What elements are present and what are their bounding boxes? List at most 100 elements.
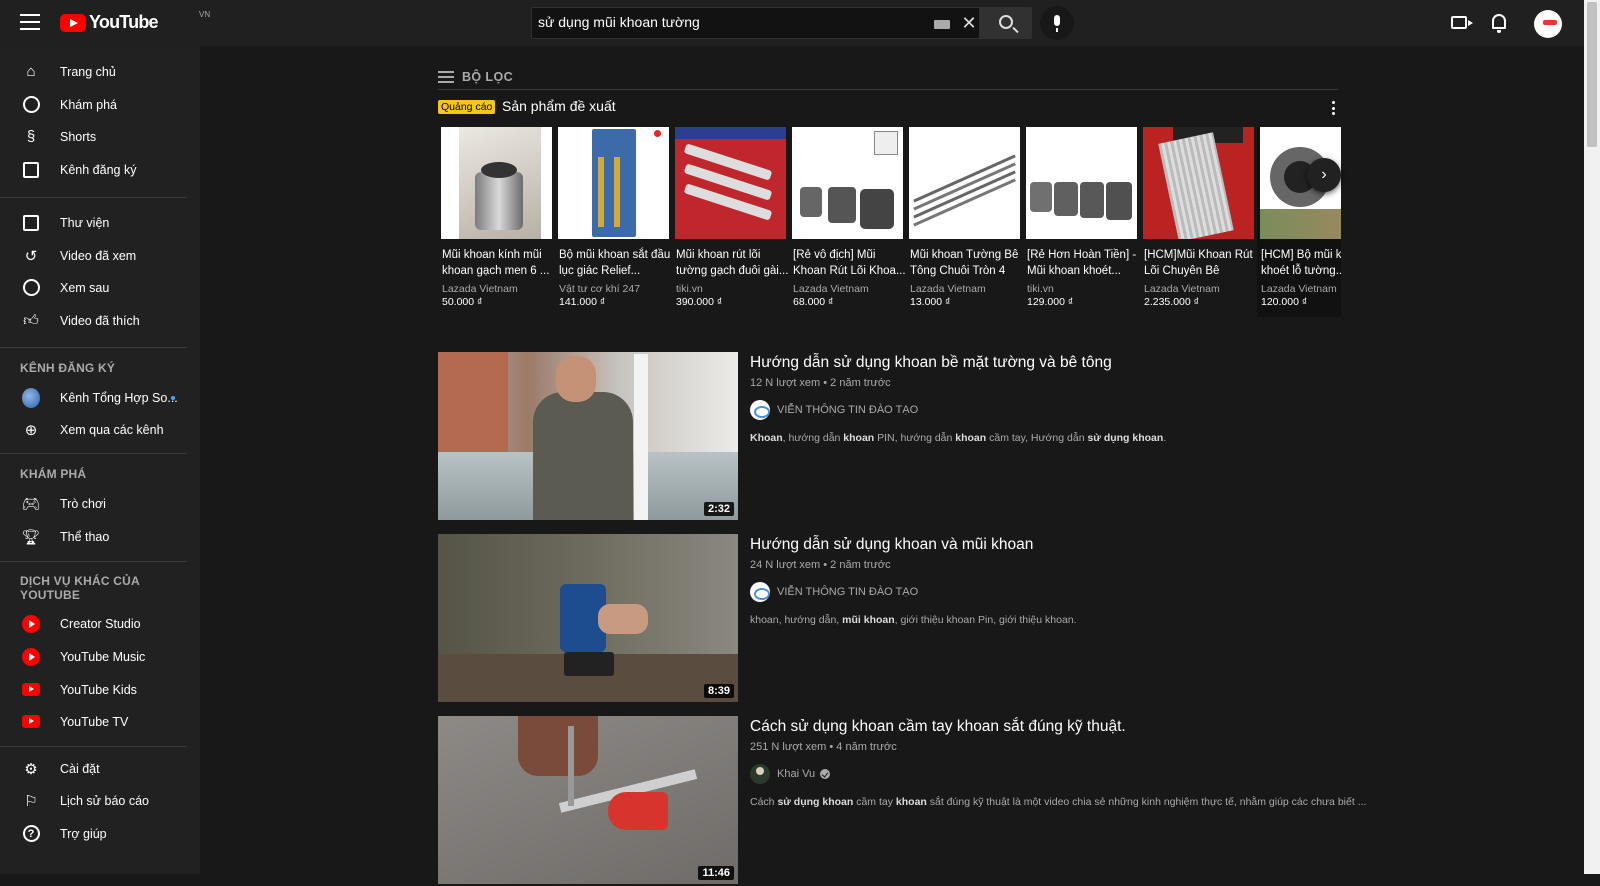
channel-name[interactable]: VIỄN THÔNG TIN ĐÀO TẠO xyxy=(777,586,918,598)
product-title: Bộ mũi khoan sắt đầu lục giác Relief... xyxy=(559,249,671,277)
video-meta: 12 N lượt xem • 2 năm trước xyxy=(750,377,891,389)
sidebar-item-creator-studio[interactable]: Creator Studio xyxy=(0,607,200,640)
product-shop: Lazada Vietnam xyxy=(1261,283,1337,295)
subscriptions-icon xyxy=(22,161,40,179)
sidebar-item-explore[interactable]: Khám phá xyxy=(0,88,200,121)
sidebar-item-browse-channels[interactable]: ⊕ Xem qua các kênh xyxy=(0,413,200,446)
search-box: ✕ xyxy=(531,7,980,39)
new-content-dot xyxy=(171,396,175,400)
video-thumbnail[interactable]: 2:32 xyxy=(438,352,738,520)
sidebar-item-library[interactable]: Thư viện xyxy=(0,206,200,239)
sidebar-item-sports[interactable]: 🏆︎ Thể thao xyxy=(0,520,200,553)
sidebar: ⌂ Trang chủ Khám phá § Shorts Kênh đăng … xyxy=(0,46,200,874)
channel-link[interactable]: Khai Vu xyxy=(750,764,831,784)
account-avatar[interactable] xyxy=(1534,10,1562,38)
sidebar-item-label: Kênh đăng ký xyxy=(60,162,137,177)
sidebar-item-history[interactable]: ↺ Video đã xem xyxy=(0,239,200,272)
video-result[interactable]: 2:32 Hướng dẫn sử dụng khoan bề mặt tườn… xyxy=(438,352,1438,522)
sidebar-item-watch-later[interactable]: Xem sau xyxy=(0,271,200,304)
video-thumbnail[interactable]: 11:46 xyxy=(438,716,738,884)
sidebar-item-gaming[interactable]: 🎮︎ Trò chơi xyxy=(0,487,200,520)
channel-avatar[interactable] xyxy=(750,582,770,602)
keyboard-icon[interactable] xyxy=(934,20,950,29)
sidebar-item-settings[interactable]: ⚙ Cài đặt xyxy=(0,752,200,785)
sidebar-item-channel[interactable]: Kênh Tổng Hợp So... xyxy=(0,381,200,414)
sidebar-divider xyxy=(0,347,187,348)
sidebar-item-liked-videos[interactable]: 👍︎ Video đã thích xyxy=(0,304,200,337)
sidebar-item-shorts[interactable]: § Shorts xyxy=(0,120,200,153)
product-price: 50.000 ₫ xyxy=(442,296,483,308)
sidebar-item-label: YouTube TV xyxy=(60,714,129,729)
video-title[interactable]: Hướng dẫn sử dụng khoan và mũi khoan xyxy=(750,536,1033,554)
product-card[interactable]: Mũi khoan Tường Bê Tông Chuôi Tròn 4 5..… xyxy=(906,127,1020,317)
carousel-next-button[interactable]: › xyxy=(1307,158,1341,192)
product-image xyxy=(441,127,552,239)
product-carousel: Mũi khoan kính mũi khoan gạch men 6 ... … xyxy=(438,127,1341,317)
sidebar-item-youtube-tv[interactable]: YouTube TV xyxy=(0,705,200,738)
product-card[interactable]: [HCM]Mũi Khoan Rút Lõi Chuyên Bê Tông...… xyxy=(1140,127,1254,317)
video-result[interactable]: 8:39 Hướng dẫn sử dụng khoan và mũi khoa… xyxy=(438,534,1438,704)
menu-icon[interactable] xyxy=(20,14,40,30)
product-image xyxy=(675,127,786,239)
channel-name[interactable]: Khai Vu xyxy=(777,768,815,780)
channel-link[interactable]: VIỄN THÔNG TIN ĐÀO TẠO xyxy=(750,582,918,602)
video-title[interactable]: Cách sử dụng khoan cầm tay khoan sắt đún… xyxy=(750,718,1126,736)
channel-avatar[interactable] xyxy=(750,764,770,784)
video-thumbnail[interactable]: 8:39 xyxy=(438,534,738,702)
create-video-icon[interactable] xyxy=(1451,16,1473,29)
channel-avatar[interactable] xyxy=(750,400,770,420)
creator-studio-icon xyxy=(22,614,40,633)
filter-button[interactable]: BỘ LỌC xyxy=(462,70,513,84)
scrollbar-thumb[interactable] xyxy=(1587,2,1597,147)
product-title: Mũi khoan Tường Bê Tông Chuôi Tròn 4 5..… xyxy=(910,249,1019,277)
ad-section-header: Quảng cáo Sản phẩm đề xuất xyxy=(438,98,1338,118)
home-icon: ⌂ xyxy=(26,63,36,80)
sidebar-item-label: Shorts xyxy=(60,129,97,144)
chevron-right-icon: › xyxy=(1321,166,1327,183)
channel-avatar xyxy=(22,387,40,408)
sidebar-item-label: Thư viện xyxy=(60,215,110,230)
sidebar-item-youtube-music[interactable]: YouTube Music xyxy=(0,640,200,673)
gear-icon: ⚙ xyxy=(24,760,38,778)
sidebar-item-label: Trợ giúp xyxy=(60,826,107,841)
video-duration: 11:46 xyxy=(698,866,734,880)
product-card[interactable]: [HCM] Bộ mũi khoan khoét lỗ tường... Laz… xyxy=(1257,127,1341,317)
channel-name[interactable]: VIỄN THÔNG TIN ĐÀO TẠO xyxy=(777,404,918,416)
sidebar-item-label: YouTube Music xyxy=(60,649,146,664)
sidebar-item-home[interactable]: ⌂ Trang chủ xyxy=(0,55,200,88)
sidebar-item-report-history[interactable]: ⚐ Lịch sử báo cáo xyxy=(0,784,200,817)
product-shop: tiki.vn xyxy=(1027,283,1054,295)
sidebar-item-label: YouTube Kids xyxy=(60,682,137,697)
help-icon: ? xyxy=(22,825,40,843)
sidebar-item-youtube-kids[interactable]: YouTube Kids xyxy=(0,673,200,706)
sidebar-item-subscriptions[interactable]: Kênh đăng ký xyxy=(0,153,200,186)
sidebar-item-label: Video đã xem xyxy=(60,248,137,263)
clock-icon xyxy=(22,279,40,297)
video-title[interactable]: Hướng dẫn sử dụng khoan bề mặt tường và … xyxy=(750,354,1112,372)
notifications-bell-icon[interactable] xyxy=(1492,14,1506,33)
video-result[interactable]: 11:46 Cách sử dụng khoan cầm tay khoan s… xyxy=(438,716,1438,886)
more-options-icon[interactable] xyxy=(1332,101,1336,115)
video-meta: 24 N lượt xem • 2 năm trước xyxy=(750,559,891,571)
channel-link[interactable]: VIỄN THÔNG TIN ĐÀO TẠO xyxy=(750,400,918,420)
product-card[interactable]: Bộ mũi khoan sắt đầu lục giác Relief... … xyxy=(555,127,670,317)
verified-check-icon xyxy=(820,769,831,779)
product-card[interactable]: Mũi khoan rút lõi tường gạch đuôi gài...… xyxy=(672,127,788,317)
voice-search-button[interactable] xyxy=(1040,6,1074,40)
filter-bar: BỘ LỌC xyxy=(438,64,1338,90)
filter-icon[interactable] xyxy=(438,70,454,83)
product-card[interactable]: Mũi khoan kính mũi khoan gạch men 6 ... … xyxy=(438,127,552,317)
search-icon xyxy=(999,15,1013,29)
product-image xyxy=(1026,127,1137,239)
clear-search-icon[interactable]: ✕ xyxy=(959,13,979,34)
sidebar-item-help[interactable]: ? Trợ giúp xyxy=(0,817,200,850)
page-scrollbar[interactable] xyxy=(1584,0,1600,874)
search-input[interactable] xyxy=(538,14,918,30)
youtube-logo[interactable]: YouTube VN xyxy=(60,10,210,33)
search-button[interactable] xyxy=(980,7,1032,39)
product-card[interactable]: [Rẻ Hơn Hoàn Tiền] - Mũi khoan khoét... … xyxy=(1023,127,1137,317)
microphone-icon xyxy=(1054,15,1060,32)
sidebar-divider xyxy=(0,453,187,454)
video-description: Cách sử dụng khoan cầm tay khoan sắt đún… xyxy=(750,796,1367,808)
product-card[interactable]: [Rẻ vô địch] Mũi Khoan Rút Lõi Khoa... L… xyxy=(789,127,906,317)
